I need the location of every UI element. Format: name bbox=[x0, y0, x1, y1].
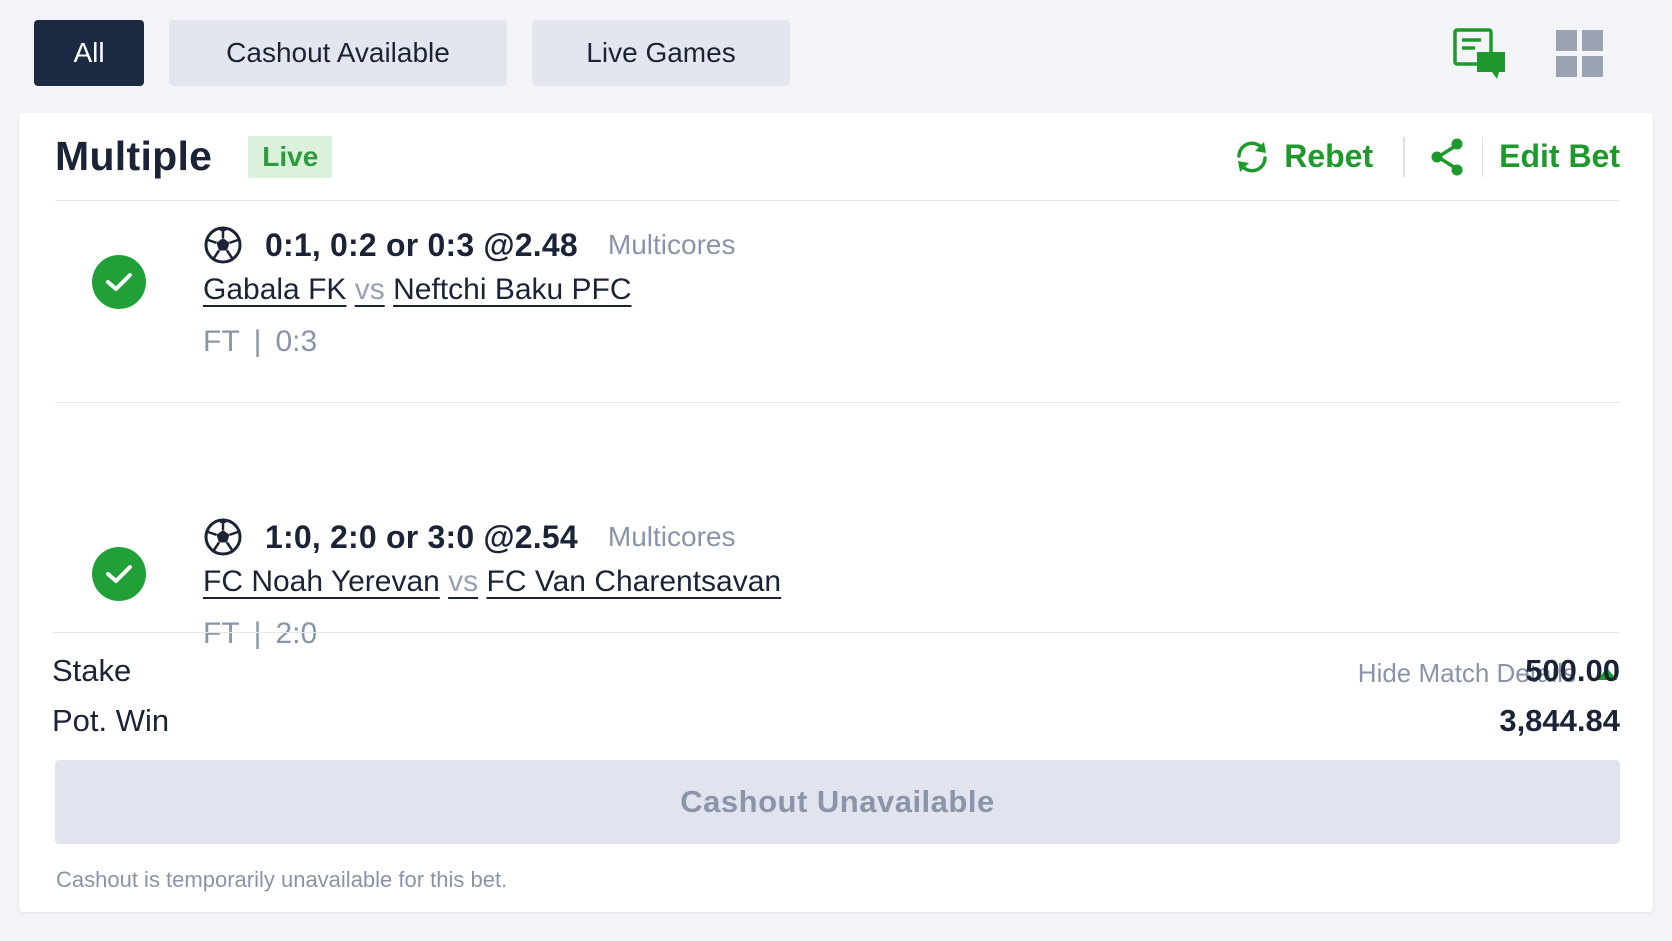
selection-item: 0:1, 0:2 or 0:3 @2.48 Multicores Gabala … bbox=[55, 203, 1620, 403]
bet-card-header: Multiple Live Rebet Edit Bet bbox=[55, 113, 1620, 201]
match-score: 0:3 bbox=[275, 325, 318, 358]
match-status: FT bbox=[203, 325, 240, 358]
match-result: FT | 0:3 bbox=[203, 325, 735, 359]
away-team: FC Van Charentsavan bbox=[486, 565, 782, 598]
view-toolbar bbox=[1452, 26, 1608, 82]
edit-bet-button[interactable]: Edit Bet bbox=[1499, 138, 1620, 175]
action-divider bbox=[1403, 136, 1405, 177]
bet-actions: Rebet Edit Bet bbox=[1234, 113, 1620, 200]
home-team: FC Noah Yerevan bbox=[203, 565, 440, 598]
cashout-note: Cashout is temporarily unavailable for t… bbox=[56, 867, 508, 892]
live-badge: Live bbox=[248, 135, 333, 178]
refresh-icon bbox=[1237, 141, 1267, 172]
cashout-button[interactable]: Cashout Unavailable bbox=[55, 760, 1620, 844]
bet-chat-icon[interactable] bbox=[1452, 26, 1508, 82]
filter-cashout-available-button[interactable]: Cashout Available bbox=[169, 20, 507, 86]
selection-market: Multicores bbox=[607, 521, 736, 552]
selection-pick: 1:0, 2:0 or 3:0 @2.54 bbox=[265, 518, 578, 555]
rebet-label: Rebet bbox=[1284, 138, 1374, 174]
won-check-icon bbox=[92, 255, 146, 309]
vs-label: vs bbox=[448, 565, 479, 598]
share-button[interactable] bbox=[1430, 138, 1464, 176]
stake-label: Stake bbox=[52, 653, 132, 688]
filter-all-button[interactable]: All bbox=[34, 20, 144, 86]
action-divider bbox=[1481, 136, 1484, 177]
filter-live-games-button[interactable]: Live Games bbox=[532, 20, 790, 86]
away-team: Neftchi Baku PFC bbox=[393, 273, 632, 306]
bet-filter-bar: All Cashout Available Live Games bbox=[34, 20, 790, 86]
bet-summary: Stake 500.00 Pot. Win 3,844.84 bbox=[52, 632, 1620, 746]
selection-item: 1:0, 2:0 or 3:0 @2.54 Multicores FC Noah… bbox=[55, 404, 1620, 688]
status-divider: | bbox=[253, 325, 262, 358]
stake-row: Stake 500.00 bbox=[52, 646, 1620, 696]
rebet-button[interactable]: Rebet bbox=[1234, 138, 1373, 175]
edit-bet-label: Edit Bet bbox=[1499, 138, 1620, 174]
home-team: Gabala FK bbox=[203, 273, 347, 306]
stake-value: 500.00 bbox=[1525, 653, 1620, 688]
pot-win-row: Pot. Win 3,844.84 bbox=[52, 696, 1620, 746]
grid-view-icon[interactable] bbox=[1552, 26, 1608, 82]
won-check-icon bbox=[92, 547, 146, 601]
share-icon bbox=[1431, 138, 1463, 175]
bet-type-title: Multiple bbox=[55, 133, 213, 179]
selection-pick: 0:1, 0:2 or 0:3 @2.48 bbox=[265, 226, 578, 263]
soccer-ball-icon bbox=[204, 226, 242, 264]
pot-win-label: Pot. Win bbox=[52, 703, 170, 738]
selection-market: Multicores bbox=[607, 229, 736, 260]
pot-win-value: 3,844.84 bbox=[1499, 703, 1620, 738]
vs-label: vs bbox=[354, 273, 385, 306]
soccer-ball-icon bbox=[204, 518, 242, 556]
bet-card: Multiple Live Rebet Edit Bet 0:1, 0:2 or… bbox=[19, 113, 1653, 912]
match-link[interactable]: Gabala FK vs Neftchi Baku PFC bbox=[203, 273, 735, 307]
match-link[interactable]: FC Noah Yerevan vs FC Van Charentsavan bbox=[203, 565, 781, 599]
